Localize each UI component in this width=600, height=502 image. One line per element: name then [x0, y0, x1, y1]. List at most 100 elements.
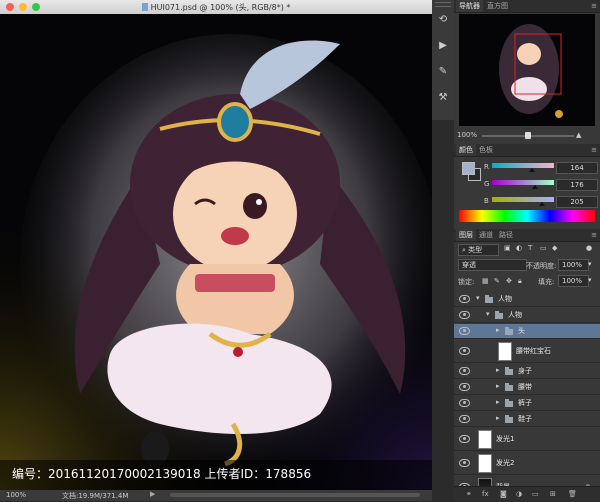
- image-caption: 编号：20161120170002139018 上传者ID：178856: [12, 467, 312, 481]
- layer-name[interactable]: 头: [518, 326, 525, 336]
- visibility-eye-icon[interactable]: [459, 459, 470, 467]
- navigator-thumbnail[interactable]: [459, 14, 595, 126]
- horizontal-scrollbar[interactable]: [170, 493, 420, 497]
- new-layer-icon[interactable]: ⊞: [550, 490, 556, 498]
- channel-r-handle[interactable]: [528, 168, 535, 172]
- layer-name[interactable]: 裤子: [518, 398, 532, 408]
- layer-name[interactable]: 腰带: [518, 382, 532, 392]
- history-icon[interactable]: ⟲: [435, 12, 451, 28]
- visibility-eye-icon[interactable]: [459, 311, 470, 319]
- layer-name[interactable]: 人物: [498, 294, 512, 304]
- channel-b-value[interactable]: 205: [556, 196, 598, 208]
- filter-shape-icon[interactable]: ▭: [540, 244, 547, 252]
- panel-menu-icon[interactable]: ≡: [591, 0, 597, 12]
- layer-name[interactable]: 身子: [518, 366, 532, 376]
- status-zoom[interactable]: 100%: [6, 491, 26, 499]
- document-canvas[interactable]: 编号：20161120170002139018 上传者ID：178856: [0, 14, 432, 490]
- layer-row[interactable]: 发光1: [454, 428, 600, 451]
- expand-caret-icon[interactable]: ▸: [496, 366, 500, 374]
- layer-name[interactable]: 人物: [508, 310, 522, 320]
- layer-row[interactable]: ▾ 人物: [454, 292, 600, 307]
- lock-all-icon[interactable]: 🔒︎: [518, 277, 522, 286]
- layer-row[interactable]: ▾ 人物: [454, 308, 600, 323]
- collapse-caret-icon[interactable]: ▾: [486, 310, 490, 318]
- tab-color[interactable]: 颜色: [456, 144, 476, 156]
- channel-r-slider[interactable]: [492, 163, 554, 172]
- adjustment-icon[interactable]: ◑: [516, 490, 522, 498]
- layer-name[interactable]: 发光2: [496, 458, 514, 468]
- channel-b-slider[interactable]: [492, 197, 554, 206]
- fill-dropdown-icon[interactable]: ▾: [588, 276, 592, 284]
- layer-list[interactable]: ▾人物▾人物▸头腰带红宝石▸身子▸腰带▸裤子▸鞋子发光1发光2背景🔒︎: [454, 292, 600, 499]
- layer-name[interactable]: 发光1: [496, 434, 514, 444]
- folder-icon: [505, 367, 513, 375]
- channel-b-handle[interactable]: [538, 202, 545, 206]
- visibility-eye-icon[interactable]: [459, 415, 470, 423]
- tab-histogram[interactable]: 直方图: [484, 0, 511, 12]
- expand-caret-icon[interactable]: ▸: [496, 398, 500, 406]
- blend-mode-select[interactable]: 穿透: [458, 259, 527, 271]
- tab-swatches[interactable]: 色板: [476, 144, 496, 156]
- status-menu-arrow[interactable]: ▶: [150, 490, 155, 498]
- color-panel-menu-icon[interactable]: ≡: [591, 144, 597, 156]
- layer-row[interactable]: ▸ 腰带: [454, 380, 600, 395]
- folder-icon[interactable]: ▭: [532, 490, 539, 498]
- tab-paths[interactable]: 路径: [496, 229, 516, 241]
- fill-input[interactable]: 100%: [558, 275, 589, 287]
- actions-icon[interactable]: ▶: [435, 38, 451, 54]
- collapse-caret-icon[interactable]: ▾: [476, 294, 480, 302]
- lock-brush-icon[interactable]: ✎: [494, 277, 500, 285]
- channel-r-value[interactable]: 164: [556, 162, 598, 174]
- foreground-color-swatch[interactable]: [462, 162, 475, 175]
- tab-layers[interactable]: 图层: [456, 229, 476, 241]
- visibility-eye-icon[interactable]: [459, 347, 470, 355]
- layers-panel-menu-icon[interactable]: ≡: [591, 229, 597, 241]
- channel-g-handle[interactable]: [531, 185, 538, 189]
- filter-smart-icon[interactable]: ◆: [552, 244, 557, 252]
- color-spectrum[interactable]: [459, 210, 595, 222]
- expand-caret-icon[interactable]: ▸: [496, 414, 500, 422]
- filter-adjustment-icon[interactable]: ◐: [516, 244, 522, 252]
- opacity-dropdown-icon[interactable]: ▾: [588, 260, 592, 268]
- opacity-input[interactable]: 100%: [558, 259, 589, 271]
- filter-toggle-icon[interactable]: ●: [586, 244, 592, 252]
- window-title: HUI071.psd @ 100% (头, RGB/8*) *: [0, 2, 432, 13]
- layer-row[interactable]: ▸ 裤子: [454, 396, 600, 411]
- visibility-eye-icon[interactable]: [459, 295, 470, 303]
- layer-name[interactable]: 腰带红宝石: [516, 346, 551, 356]
- lock-transparent-icon[interactable]: ▦: [482, 277, 489, 285]
- visibility-eye-icon[interactable]: [459, 435, 470, 443]
- tool-presets-icon[interactable]: ⚒: [435, 90, 451, 106]
- visibility-eye-icon[interactable]: [459, 367, 470, 375]
- brush-presets-icon[interactable]: ✎: [435, 64, 451, 80]
- layer-row[interactable]: ▸ 鞋子: [454, 412, 600, 427]
- filter-type-icon[interactable]: T: [528, 244, 532, 252]
- tab-navigator[interactable]: 导航器: [456, 0, 483, 12]
- mask-icon[interactable]: ◙: [500, 490, 507, 498]
- zoom-in-icon[interactable]: ▲: [576, 131, 581, 139]
- expand-caret-icon[interactable]: ▸: [496, 382, 500, 390]
- visibility-eye-icon[interactable]: [459, 383, 470, 391]
- layer-row[interactable]: ▸ 头: [454, 324, 600, 339]
- visibility-eye-icon[interactable]: [459, 327, 470, 335]
- expand-caret-icon[interactable]: ▸: [496, 326, 500, 334]
- panel-grip[interactable]: [435, 2, 451, 7]
- filter-pixel-icon[interactable]: ▣: [504, 244, 511, 252]
- navigator-zoom-slider[interactable]: [482, 132, 574, 139]
- lock-move-icon[interactable]: ✥: [506, 277, 512, 285]
- channel-g-slider[interactable]: [492, 180, 554, 189]
- layer-name[interactable]: 鞋子: [518, 414, 532, 424]
- navigator-zoom-value[interactable]: 100%: [457, 131, 477, 139]
- channel-g-label: G: [484, 180, 490, 188]
- layer-row[interactable]: ▸ 身子: [454, 364, 600, 379]
- tab-channels[interactable]: 通道: [476, 229, 496, 241]
- navigator-zoom-knob[interactable]: [525, 132, 531, 139]
- layer-filter-select[interactable]: ⌕ 类型: [458, 244, 499, 256]
- visibility-eye-icon[interactable]: [459, 399, 470, 407]
- channel-g-value[interactable]: 176: [556, 179, 598, 191]
- fx-icon[interactable]: fx: [482, 490, 489, 498]
- layer-row[interactable]: 腰带红宝石: [454, 340, 600, 363]
- trash-icon[interactable]: 🗑︎: [568, 490, 577, 498]
- link-icon[interactable]: ⚭: [466, 490, 472, 498]
- layer-row[interactable]: 发光2: [454, 452, 600, 475]
